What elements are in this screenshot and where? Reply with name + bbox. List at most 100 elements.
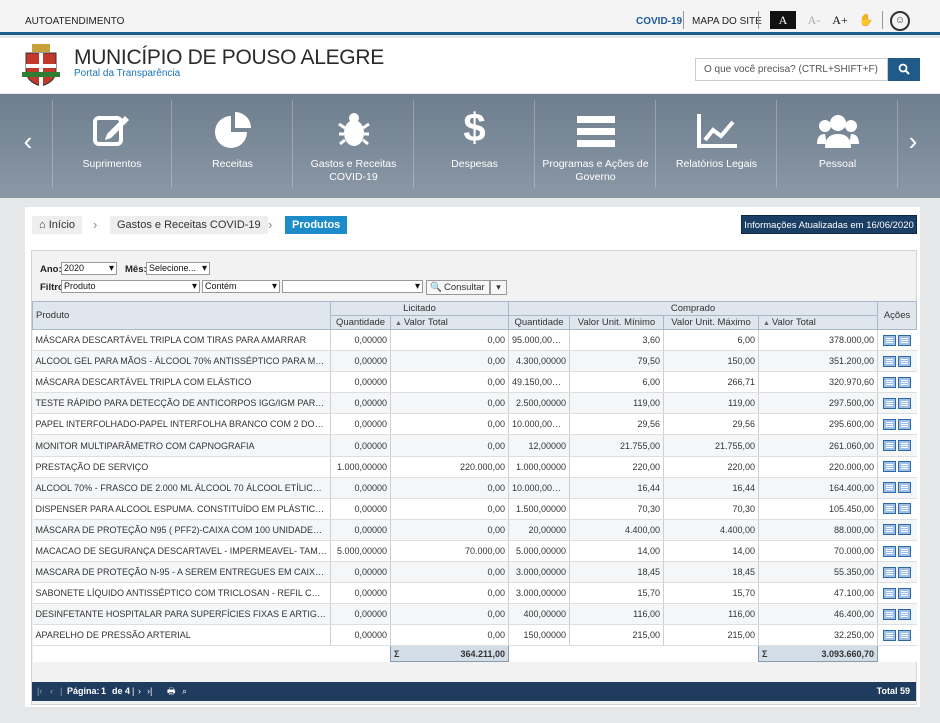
table-row[interactable]: MÁSCARA DESCARTÁVEL TRIPLA COM TIRAS PAR… xyxy=(32,329,917,352)
nav-item-pessoal[interactable]: Pessoal xyxy=(778,100,898,188)
details-icon[interactable] xyxy=(883,482,897,494)
group-header-licitado: Licitado xyxy=(330,301,509,316)
table-row[interactable]: MASCARA DE PROTEÇÃO N-95 - A SEREM ENTRE… xyxy=(32,561,917,584)
nav-item-programas[interactable]: Programas e Ações de Governo xyxy=(536,100,656,188)
cell-acoes xyxy=(877,329,917,352)
details-icon[interactable] xyxy=(883,629,897,641)
report-icon[interactable] xyxy=(898,397,912,409)
breadcrumb-home[interactable]: ⌂ Início xyxy=(32,216,83,234)
report-icon[interactable] xyxy=(898,355,912,367)
breadcrumb-covid[interactable]: Gastos e Receitas COVID-19 xyxy=(110,216,268,234)
cell-value: 220.000,00 xyxy=(390,456,509,478)
print-icon[interactable]: 🖶 xyxy=(167,682,176,701)
report-icon[interactable] xyxy=(898,629,912,641)
report-icon[interactable] xyxy=(898,524,912,536)
details-icon[interactable] xyxy=(883,524,897,536)
first-page-button[interactable]: |‹ xyxy=(37,682,42,701)
report-icon[interactable] xyxy=(898,461,912,473)
column-header-produto[interactable]: Produto xyxy=(32,301,331,330)
filter-value-input[interactable] xyxy=(282,280,423,293)
mes-select[interactable]: Selecione... xyxy=(146,262,210,275)
column-header-vmax[interactable]: Valor Unit. Máximo xyxy=(663,315,759,330)
report-icon[interactable] xyxy=(898,418,912,430)
table-row[interactable]: APARELHO DE PRESSÃO ARTERIAL 0,00000 0,00 1… xyxy=(32,624,917,647)
details-icon[interactable] xyxy=(883,355,897,367)
details-icon[interactable] xyxy=(883,397,897,409)
report-icon[interactable] xyxy=(898,503,912,515)
table-row[interactable]: ALCOOL 70% - FRASCO DE 2.000 ML ÁLCOOL 7… xyxy=(32,477,917,499)
filter-operator-select[interactable]: Contém xyxy=(202,280,280,293)
search-button[interactable] xyxy=(888,58,920,81)
font-normal-button[interactable]: A xyxy=(770,11,796,29)
prev-page-button[interactable]: ‹ xyxy=(50,682,53,701)
font-decrease-button[interactable]: A- xyxy=(801,11,827,29)
details-icon[interactable] xyxy=(883,608,897,620)
cell-acoes xyxy=(877,624,917,647)
search-input[interactable]: O que você precisa? (CTRL+SHIFT+F) xyxy=(695,58,888,81)
table-row[interactable]: ALCOOL GEL PARA MÃOS - ÁLCOOL 70% ANTISS… xyxy=(32,350,917,373)
table-row[interactable]: DISPENSER PARA ALCOOL ESPUMA. CONSTITUÍD… xyxy=(32,498,917,520)
report-icon[interactable] xyxy=(898,482,912,494)
nav-item-despesas[interactable]: $ Despesas xyxy=(415,100,535,188)
sign-language-icon[interactable]: ✋ xyxy=(853,11,879,29)
cell-value: 21.755,00 xyxy=(569,434,664,457)
details-icon[interactable] xyxy=(883,334,897,346)
ano-select[interactable]: 2020 xyxy=(61,262,117,275)
details-icon[interactable] xyxy=(883,418,897,430)
consultar-button[interactable]: 🔍 Consultar xyxy=(426,280,490,295)
report-icon[interactable] xyxy=(898,587,912,599)
filter-field-select[interactable]: Produto xyxy=(61,280,200,293)
table-row[interactable]: MACACAO DE SEGURANÇA DESCARTAVEL - IMPER… xyxy=(32,540,917,563)
column-header-comp-valor-total[interactable]: ▲ Valor Total xyxy=(757,315,879,330)
cell-value: 70.000,00 xyxy=(757,540,878,563)
details-icon[interactable] xyxy=(883,566,897,578)
column-header-comp-quantidade[interactable]: Quantidade xyxy=(508,315,570,330)
report-icon[interactable] xyxy=(898,608,912,620)
consultar-dropdown-button[interactable]: ▾ xyxy=(490,280,507,295)
accessibility-icon[interactable]: ☺ xyxy=(890,11,910,31)
covid-link[interactable]: COVID-19 xyxy=(636,16,682,27)
cell-value: 5.000,00000 xyxy=(330,540,391,563)
report-icon[interactable] xyxy=(898,440,912,452)
autoatendimento-link[interactable]: AUTOATENDIMENTO xyxy=(25,16,124,27)
report-icon[interactable] xyxy=(898,566,912,578)
coat-of-arms-logo[interactable] xyxy=(22,44,60,86)
details-icon[interactable] xyxy=(883,503,897,515)
nav-next-arrow[interactable]: › xyxy=(903,126,923,156)
table-row[interactable]: PRESTAÇÃO DE SERVIÇO 1.000,00000 220.000,0… xyxy=(32,456,917,478)
report-icon[interactable] xyxy=(898,376,912,388)
column-header-lic-valor-total[interactable]: ▲ Valor Total xyxy=(390,315,509,330)
details-icon[interactable] xyxy=(883,376,897,388)
details-icon[interactable] xyxy=(883,461,897,473)
table-row[interactable]: DESINFETANTE HOSPITALAR PARA SUPERFÍCIES… xyxy=(32,603,917,626)
details-icon[interactable] xyxy=(883,440,897,452)
table-row[interactable]: MÁSCARA DE PROTEÇÃO N95 ( PFF2)-CAIXA CO… xyxy=(32,519,917,541)
cell-value: 0,00000 xyxy=(330,329,391,352)
details-icon[interactable] xyxy=(883,545,897,557)
page-input[interactable]: 1 xyxy=(101,682,106,701)
column-header-lic-quantidade[interactable]: Quantidade xyxy=(330,315,391,330)
table-row[interactable]: SABONETE LÍQUIDO ANTISSÉPTICO COM TRICLO… xyxy=(32,582,917,605)
cell-value: 70.000,00 xyxy=(390,540,509,563)
search-icon[interactable]: ⌕ xyxy=(182,682,187,701)
table-row[interactable]: PAPEL INTERFOLHADO-PAPEL INTERFOLHA BRAN… xyxy=(32,413,917,436)
table-row[interactable]: MONITOR MULTIPARÂMETRO COM CAPNOGRAFIA 0,… xyxy=(32,434,917,457)
site-map-link[interactable]: MAPA DO SITE xyxy=(692,16,762,27)
table-row[interactable]: TESTE RÁPIDO PARA DETECÇÃO DE ANTICORPOS… xyxy=(32,392,917,415)
font-increase-button[interactable]: A+ xyxy=(827,11,853,29)
report-icon[interactable] xyxy=(898,545,912,557)
last-page-button[interactable]: ›| xyxy=(147,682,152,701)
nav-item-suprimentos[interactable]: Suprimentos xyxy=(52,100,172,188)
table-row[interactable]: MÁSCARA DESCARTÁVEL TRIPLA COM ELÁSTICO 0… xyxy=(32,371,917,394)
nav-item-relatorios[interactable]: Relatórios Legais xyxy=(657,100,777,188)
cell-value: 0,00 xyxy=(390,371,509,394)
report-icon[interactable] xyxy=(898,334,912,346)
column-header-vmin[interactable]: Valor Unit. Mínimo xyxy=(569,315,664,330)
nav-prev-arrow[interactable]: ‹ xyxy=(18,126,38,156)
nav-item-covid[interactable]: Gastos e Receitas COVID-19 xyxy=(294,100,414,188)
cell-acoes xyxy=(877,540,917,563)
nav-item-receitas[interactable]: Receitas xyxy=(173,100,293,188)
page-count: de 4 xyxy=(112,686,131,696)
next-page-button[interactable]: › xyxy=(138,682,141,701)
details-icon[interactable] xyxy=(883,587,897,599)
